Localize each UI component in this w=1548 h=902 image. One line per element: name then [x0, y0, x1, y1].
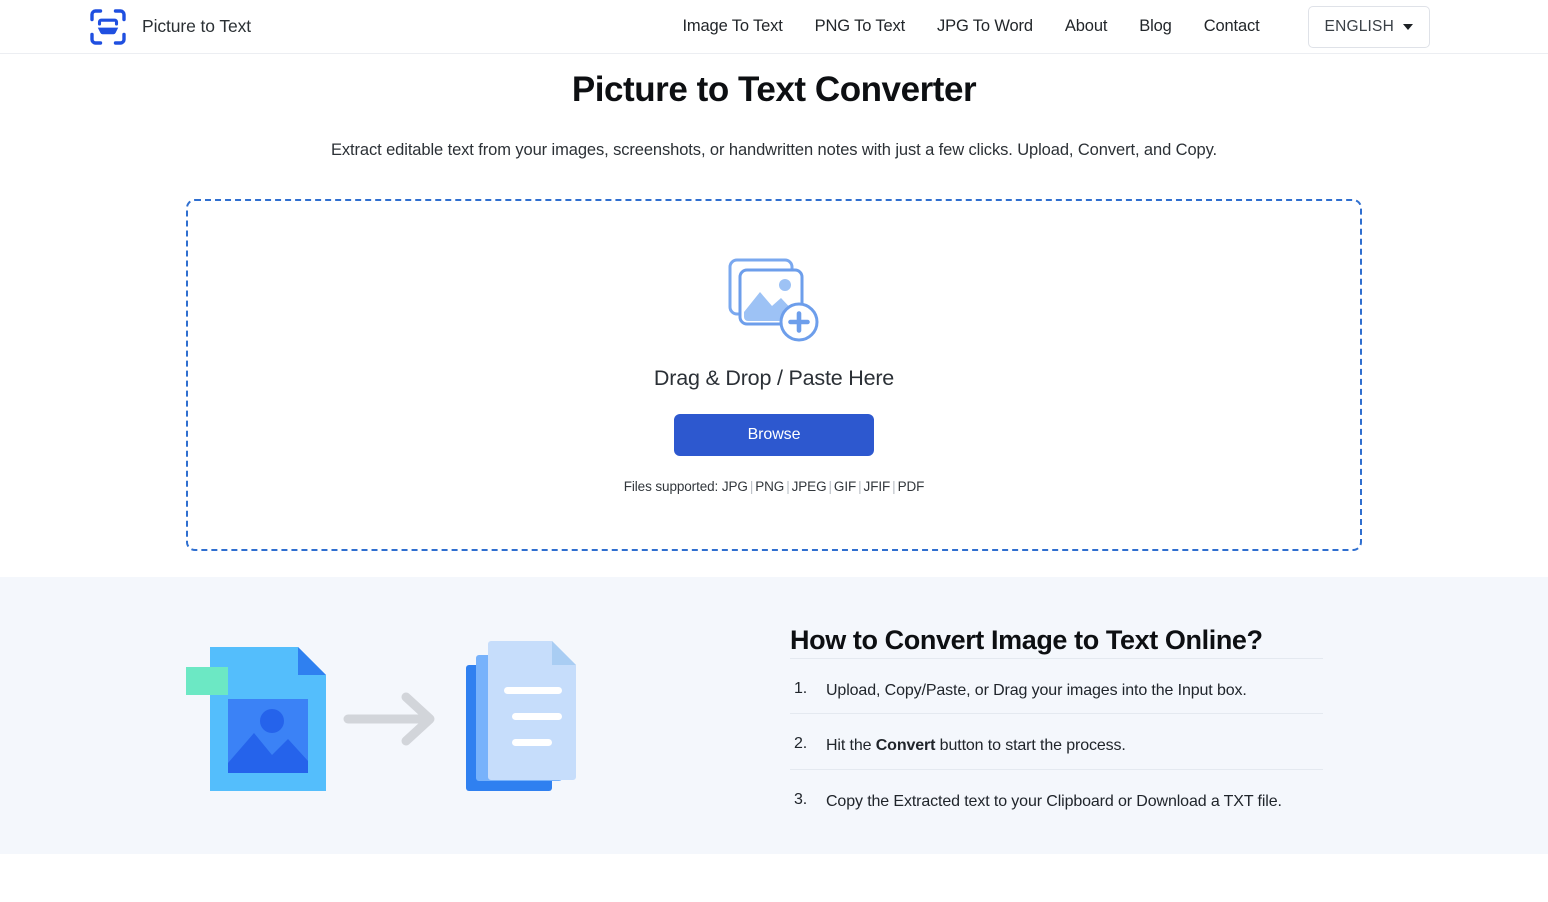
format-jpg: JPG [722, 479, 748, 494]
browse-button[interactable]: Browse [674, 414, 874, 456]
nav-item-about[interactable]: About [1065, 17, 1107, 36]
format-separator: | [784, 479, 791, 494]
format-pdf: PDF [898, 479, 925, 494]
step-number: 1. [794, 680, 808, 698]
illustration-column [0, 577, 790, 809]
how-to-steps-list: 1. Upload, Copy/Paste, or Drag your imag… [790, 658, 1323, 825]
file-dropzone[interactable]: Drag & Drop / Paste Here Browse Files su… [186, 199, 1362, 551]
chevron-down-icon [1403, 24, 1413, 30]
how-to-content: How to Convert Image to Text Online? 1. … [790, 577, 1323, 825]
step-text: Upload, Copy/Paste, or Drag your images … [826, 680, 1247, 702]
step-number: 2. [794, 735, 808, 753]
language-selector[interactable]: ENGLISH [1308, 6, 1430, 48]
step-text-part: Upload, Copy/Paste, or Drag your images … [826, 682, 1247, 699]
nav-item-png-to-text[interactable]: PNG To Text [815, 17, 905, 36]
format-jpeg: JPEG [792, 479, 827, 494]
scan-frame-icon [88, 7, 128, 47]
nav-item-image-to-text[interactable]: Image To Text [682, 17, 782, 36]
supported-formats-prefix: Files supported: [624, 479, 718, 494]
language-selected-label: ENGLISH [1325, 18, 1394, 36]
format-gif: GIF [834, 479, 856, 494]
format-separator: | [856, 479, 863, 494]
format-separator: | [890, 479, 897, 494]
how-to-title: How to Convert Image to Text Online? [790, 625, 1323, 656]
how-to-step-2: 2. Hit the Convert button to start the p… [790, 713, 1323, 769]
format-separator: | [827, 479, 834, 494]
step-text-emphasis: Convert [876, 737, 936, 754]
how-to-step-1: 1. Upload, Copy/Paste, or Drag your imag… [790, 658, 1323, 714]
how-to-section: How to Convert Image to Text Online? 1. … [0, 577, 1548, 854]
brand-logo-link[interactable]: Picture to Text [88, 7, 251, 47]
main-navigation: Image To Text PNG To Text JPG To Word Ab… [682, 6, 1430, 48]
step-text-part: Copy the Extracted text to your Clipboar… [826, 793, 1282, 810]
image-to-document-illustration [180, 629, 610, 809]
page-subtitle: Extract editable text from your images, … [324, 134, 1224, 166]
nav-item-contact[interactable]: Contact [1204, 17, 1260, 36]
dropzone-instruction: Drag & Drop / Paste Here [654, 366, 894, 391]
page-title: Picture to Text Converter [0, 67, 1548, 113]
add-image-icon [726, 256, 822, 366]
step-text-part: Hit the [826, 737, 876, 754]
step-text-part: button to start the process. [935, 737, 1125, 754]
step-text: Hit the Convert button to start the proc… [826, 735, 1126, 757]
brand-name: Picture to Text [142, 16, 251, 37]
nav-item-jpg-to-word[interactable]: JPG To Word [937, 17, 1033, 36]
site-header: Picture to Text Image To Text PNG To Tex… [0, 0, 1548, 54]
how-to-step-3: 3. Copy the Extracted text to your Clipb… [790, 769, 1323, 825]
supported-formats-text: Files supported: JPG|PNG|JPEG|GIF|JFIF|P… [624, 479, 925, 494]
step-number: 3. [794, 791, 808, 809]
dropzone-container: Drag & Drop / Paste Here Browse Files su… [0, 199, 1548, 551]
nav-item-blog[interactable]: Blog [1139, 17, 1171, 36]
step-text: Copy the Extracted text to your Clipboar… [826, 791, 1282, 813]
format-png: PNG [755, 479, 784, 494]
hero-section: Picture to Text Converter Extract editab… [0, 54, 1548, 166]
format-jfif: JFIF [864, 479, 891, 494]
